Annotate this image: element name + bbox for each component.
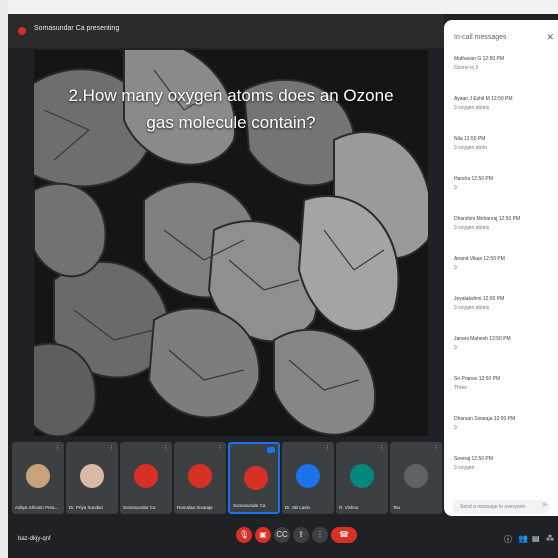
chat-message-text: Ozone is 3 — [454, 65, 478, 71]
mic-off-icon[interactable]: 🎙 — [236, 527, 252, 543]
slide-question-text: 2.How many oxygen atoms does an Ozone ga… — [68, 86, 394, 132]
chat-message: Sreeraj 12:50 PM 3 oxygen — [454, 456, 554, 471]
presenter-title: Somasundar Ca presenting — [34, 25, 120, 32]
chat-message: Jeyalakshmi 12:50 PM 3 oxygen atoms — [454, 296, 554, 311]
mic-muted-icon: ⋮ — [379, 445, 384, 451]
activities-icon[interactable]: ⁂ — [546, 534, 554, 543]
chat-message: Anand Vikas 12:50 PM 3 — [454, 256, 554, 271]
chat-panel: In-call messages ✕ Mathavan G 12:50 PM Oz… — [444, 20, 558, 516]
present-icon[interactable]: ⇪ — [293, 527, 309, 543]
more-options-icon[interactable]: ⋮ — [312, 527, 328, 543]
avatar — [404, 464, 428, 488]
participant-tile[interactable]: Dr. Priya Sundari ⋮ — [66, 442, 118, 514]
participant-tile[interactable]: Somasundar Ca ⋮ — [120, 442, 172, 514]
participant-name: Somasundar Ca — [233, 503, 266, 508]
avatar — [350, 464, 374, 488]
chat-message: Dharshini Mohanraj 12:50 PM 3 oxygen atom… — [454, 216, 554, 231]
chat-message-text: 3 oxygen atoms — [454, 225, 490, 231]
chat-message-text: Three — [454, 385, 468, 391]
participant-tile[interactable]: Dr. SB Lavin ⋮ — [282, 442, 334, 514]
bottom-toolbar: baz-dkjy-qnf 🎙 ▣ CC ⇪ ⋮ ☎ ⓘ 👥 ▤ ⁂ — [8, 520, 558, 558]
presentation-view[interactable]: 2.How many oxygen atoms does an Ozone ga… — [34, 50, 428, 436]
avatar — [188, 464, 212, 488]
chat-message-sender: Mathavan G 12:50 PM — [454, 56, 505, 62]
avatar — [244, 466, 268, 490]
chat-message: Nila 12:50 PM 3 oxygen atom — [454, 136, 554, 151]
participant-name: Tsu — [393, 505, 401, 510]
participant-name: Dr. SB Lavin — [285, 505, 311, 510]
participant-strip: Aditya Shivam Prea... ⋮ Dr. Priya Sundari ⋮… — [12, 442, 444, 518]
chat-panel-title: In-call messages — [454, 34, 507, 41]
participant-tile[interactable]: Somasundar Ca — [228, 442, 280, 514]
end-call-icon[interactable]: ☎ — [331, 527, 357, 543]
participant-name: Ramalaa Sivaraja — [177, 505, 213, 510]
chat-message-text: 3 — [454, 345, 457, 351]
camera-off-icon[interactable]: ▣ — [255, 527, 271, 543]
participant-tile[interactable]: Ramalaa Sivaraja ⋮ — [174, 442, 226, 514]
captions-icon[interactable]: CC — [274, 527, 290, 543]
mic-muted-icon: ⋮ — [55, 445, 60, 451]
chat-message-sender: Sreeraj 12:50 PM — [454, 456, 493, 462]
chat-message-text: 3 oxygen atoms — [454, 105, 490, 111]
presenting-indicator-icon — [18, 27, 26, 35]
chat-message-sender: Dharshini Mohanraj 12:50 PM — [454, 216, 521, 222]
chat-message: Mathavan G 12:50 PM Ozone is 3 — [454, 56, 554, 71]
chat-message-text: 3 — [454, 185, 457, 191]
mic-muted-icon: ⋮ — [325, 445, 330, 451]
chat-message-sender: Nila 12:50 PM — [454, 136, 486, 142]
chat-message-text: 3 — [454, 425, 457, 431]
chat-message-text: 3 oxygen atom — [454, 145, 487, 151]
chat-message: Sri Pranav 12:50 PM Three — [454, 376, 554, 391]
meet-window: Somasundar Ca presenting 2.How many oxyg… — [0, 0, 558, 558]
participant-name: R. Vishnu — [339, 505, 359, 510]
mic-muted-icon: ⋮ — [217, 445, 222, 451]
speaking-indicator-icon — [267, 447, 275, 453]
chat-message-text: 3 oxygen — [454, 465, 475, 471]
photo-edge — [0, 0, 558, 14]
participant-name: Aditya Shivam Prea... — [15, 505, 59, 510]
meeting-code: baz-dkjy-qnf — [18, 536, 51, 542]
participant-tile[interactable]: Tsu ⋮ — [390, 442, 442, 514]
chat-message: Janani Mahesh 12:50 PM 3 — [454, 336, 554, 351]
avatar — [80, 464, 104, 488]
participant-name: Dr. Priya Sundari — [69, 505, 104, 510]
chat-icon[interactable]: ▤ — [532, 534, 540, 543]
avatar — [26, 464, 50, 488]
chat-message-input[interactable]: Send a message to everyone — [452, 500, 550, 514]
chat-message: Harsha 12:50 PM 3 — [454, 176, 554, 191]
photo-edge — [0, 0, 8, 558]
chat-message-text: 3 oxygen atoms — [454, 305, 490, 311]
chat-message-sender: Anand Vikas 12:50 PM — [454, 256, 505, 262]
chat-message-sender: Harsha 12:50 PM — [454, 176, 493, 182]
close-icon[interactable]: ✕ — [546, 32, 554, 43]
participant-name: Somasundar Ca — [123, 505, 156, 510]
chat-message: Ayaan J Ezhil M 12:50 PM 3 oxygen atoms — [454, 96, 554, 111]
people-icon[interactable]: 👥 — [518, 534, 528, 543]
call-controls: 🎙 ▣ CC ⇪ ⋮ ☎ — [236, 527, 357, 553]
chat-message: Dharsan Sivaraja 12:50 PM 3 — [454, 416, 554, 431]
chat-message-text: 3 — [454, 265, 457, 271]
presenter-bar: Somasundar Ca presenting — [8, 14, 444, 48]
chat-message-sender: Sri Pranav 12:50 PM — [454, 376, 501, 382]
mic-muted-icon: ⋮ — [109, 445, 114, 451]
meeting-tools: ⓘ 👥 ▤ ⁂ — [504, 534, 558, 548]
avatar — [134, 464, 158, 488]
mic-muted-icon: ⋮ — [433, 445, 438, 451]
avatar — [296, 464, 320, 488]
send-icon[interactable]: ➤ — [541, 500, 548, 509]
participant-tile[interactable]: Aditya Shivam Prea... ⋮ — [12, 442, 64, 514]
chat-message-sender: Ayaan J Ezhil M 12:50 PM — [454, 96, 513, 102]
chat-message-sender: Janani Mahesh 12:50 PM — [454, 336, 511, 342]
chat-message-sender: Dharsan Sivaraja 12:50 PM — [454, 416, 516, 422]
participant-tile[interactable]: R. Vishnu ⋮ — [336, 442, 388, 514]
mic-muted-icon: ⋮ — [163, 445, 168, 451]
chat-message-sender: Jeyalakshmi 12:50 PM — [454, 296, 505, 302]
info-icon[interactable]: ⓘ — [504, 534, 512, 545]
